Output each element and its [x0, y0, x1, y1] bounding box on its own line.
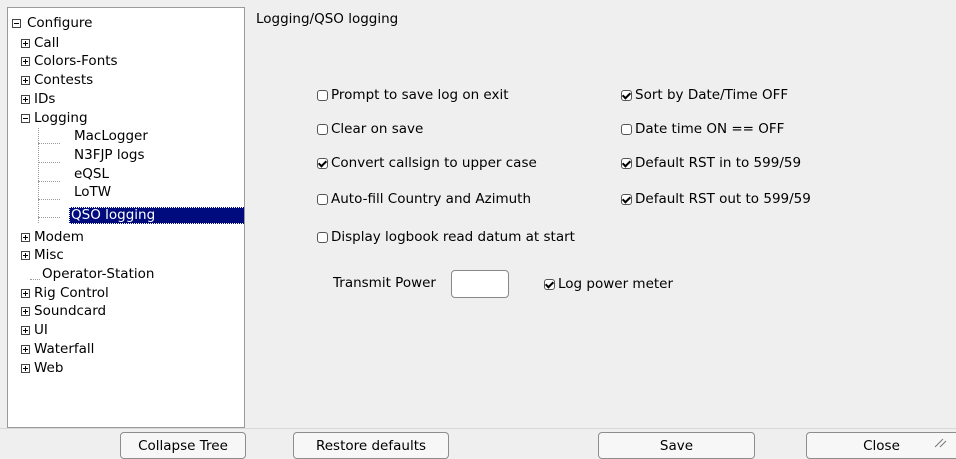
checkbox-box[interactable]	[621, 157, 632, 169]
tree-item-modem[interactable]: Modem	[8, 228, 244, 247]
tree-item-call[interactable]: Call	[8, 34, 244, 53]
tree-item-rig-control[interactable]: Rig Control	[8, 284, 244, 303]
checkbox-label: Default RST in to 599/59	[635, 155, 802, 171]
checkbox-box[interactable]	[621, 123, 632, 135]
expand-icon[interactable]	[21, 57, 30, 66]
checkbox-label: Log power meter	[558, 276, 674, 292]
checkbox-date-time-on-off[interactable]: Date time ON == OFF	[621, 120, 784, 138]
expand-icon[interactable]	[21, 95, 30, 104]
tree-item-n3fjp-logs[interactable]: N3FJP logs	[8, 146, 244, 165]
expand-icon[interactable]	[21, 345, 30, 354]
checkbox-clear-on-save[interactable]: Clear on save	[317, 120, 423, 138]
tree-item-label: Contests	[34, 72, 94, 88]
tree-item-label: IDs	[34, 91, 56, 107]
config-tree[interactable]: Configure Call Colors-Fonts Contests IDs…	[7, 7, 245, 428]
checkbox-label: Default RST out to 599/59	[635, 191, 811, 207]
save-button[interactable]: Save	[598, 432, 755, 459]
tree-item-misc[interactable]: Misc	[8, 246, 244, 265]
tree-item-qso-logging[interactable]: QSO logging	[8, 207, 244, 224]
tree-item-soundcard[interactable]: Soundcard	[8, 302, 244, 321]
tree-item-web[interactable]: Web	[8, 359, 244, 378]
checkbox-box[interactable]	[621, 89, 632, 101]
tree-item-ids[interactable]: IDs	[8, 90, 244, 109]
tree-item-ui[interactable]: UI	[8, 321, 244, 340]
tree-item-label: Soundcard	[34, 303, 107, 319]
checkbox-label: Sort by Date/Time OFF	[635, 87, 789, 103]
tree-item-label: Logging	[34, 110, 88, 126]
checkbox-autofill-country-azimuth[interactable]: Auto-fill Country and Azimuth	[317, 190, 531, 208]
tree-item-label: Configure	[27, 15, 93, 31]
checkbox-label: Auto-fill Country and Azimuth	[331, 191, 532, 207]
checkbox-display-logbook-datum[interactable]: Display logbook read datum at start	[317, 228, 575, 246]
tree-item-logging[interactable]: Logging	[8, 109, 244, 128]
checkbox-label: Clear on save	[331, 121, 424, 137]
expand-icon[interactable]	[21, 307, 30, 316]
checkbox-label: Convert callsign to upper case	[331, 155, 537, 171]
checkbox-box[interactable]	[317, 123, 328, 135]
checkbox-label: Prompt to save log on exit	[331, 87, 509, 103]
checkbox-box[interactable]	[317, 157, 328, 169]
tree-item-label: Colors-Fonts	[34, 53, 118, 69]
expand-icon[interactable]	[21, 39, 30, 48]
tree-item-eqsl[interactable]: eQSL	[8, 165, 244, 184]
checkbox-convert-callsign-upper[interactable]: Convert callsign to upper case	[317, 154, 537, 172]
tree-item-lotw[interactable]: LoTW	[8, 183, 244, 202]
transmit-power-input[interactable]	[451, 270, 509, 298]
restore-defaults-button[interactable]: Restore defaults	[293, 432, 449, 459]
tree-item-label: UI	[34, 322, 48, 338]
checkbox-log-power-meter[interactable]: Log power meter	[544, 275, 673, 293]
checkbox-box[interactable]	[317, 193, 328, 205]
tree-item-label: Operator-Station	[42, 266, 155, 282]
tree-item-label: Modem	[34, 229, 84, 245]
expand-icon[interactable]	[21, 233, 30, 242]
tree-root-configure[interactable]: Configure	[8, 14, 244, 33]
collapse-icon[interactable]	[12, 19, 21, 28]
expand-icon[interactable]	[21, 251, 30, 260]
tree-item-label: Call	[34, 35, 60, 51]
tree-item-colors-fonts[interactable]: Colors-Fonts	[8, 52, 244, 71]
collapse-tree-button[interactable]: Collapse Tree	[120, 432, 246, 459]
checkbox-box[interactable]	[544, 278, 555, 290]
transmit-power-label: Transmit Power	[333, 275, 436, 291]
checkbox-label: Display logbook read datum at start	[331, 229, 575, 245]
collapse-icon[interactable]	[21, 114, 30, 123]
tree-item-label: QSO logging	[69, 207, 244, 224]
resize-grip-icon[interactable]	[933, 437, 947, 449]
tree-item-contests[interactable]: Contests	[8, 71, 244, 90]
checkbox-box[interactable]	[317, 89, 328, 101]
checkbox-prompt-save-log[interactable]: Prompt to save log on exit	[317, 86, 509, 104]
panel-title: Logging/QSO logging	[256, 11, 399, 27]
checkbox-default-rst-in[interactable]: Default RST in to 599/59	[621, 154, 801, 172]
expand-icon[interactable]	[21, 76, 30, 85]
checkbox-label: Date time ON == OFF	[635, 121, 785, 137]
tree-item-label: N3FJP logs	[74, 147, 145, 163]
tree-item-operator-station[interactable]: Operator-Station	[8, 265, 244, 284]
tree-item-label: Rig Control	[34, 285, 109, 301]
expand-icon[interactable]	[21, 289, 30, 298]
tree-item-label: Waterfall	[34, 341, 95, 357]
checkbox-sort-date-time-off[interactable]: Sort by Date/Time OFF	[621, 86, 788, 104]
tree-item-waterfall[interactable]: Waterfall	[8, 340, 244, 359]
expand-icon[interactable]	[21, 364, 30, 373]
tree-item-maclogger[interactable]: MacLogger	[8, 127, 244, 146]
checkbox-default-rst-out[interactable]: Default RST out to 599/59	[621, 190, 811, 208]
tree-item-label: Misc	[34, 247, 64, 263]
checkbox-box[interactable]	[317, 231, 328, 243]
expand-icon[interactable]	[21, 326, 30, 335]
tree-item-label: LoTW	[74, 184, 112, 200]
tree-item-label: MacLogger	[74, 128, 148, 144]
tree-item-label: Web	[34, 360, 64, 376]
checkbox-box[interactable]	[621, 193, 632, 205]
footer-divider	[0, 428, 956, 429]
tree-item-label: eQSL	[74, 166, 110, 182]
